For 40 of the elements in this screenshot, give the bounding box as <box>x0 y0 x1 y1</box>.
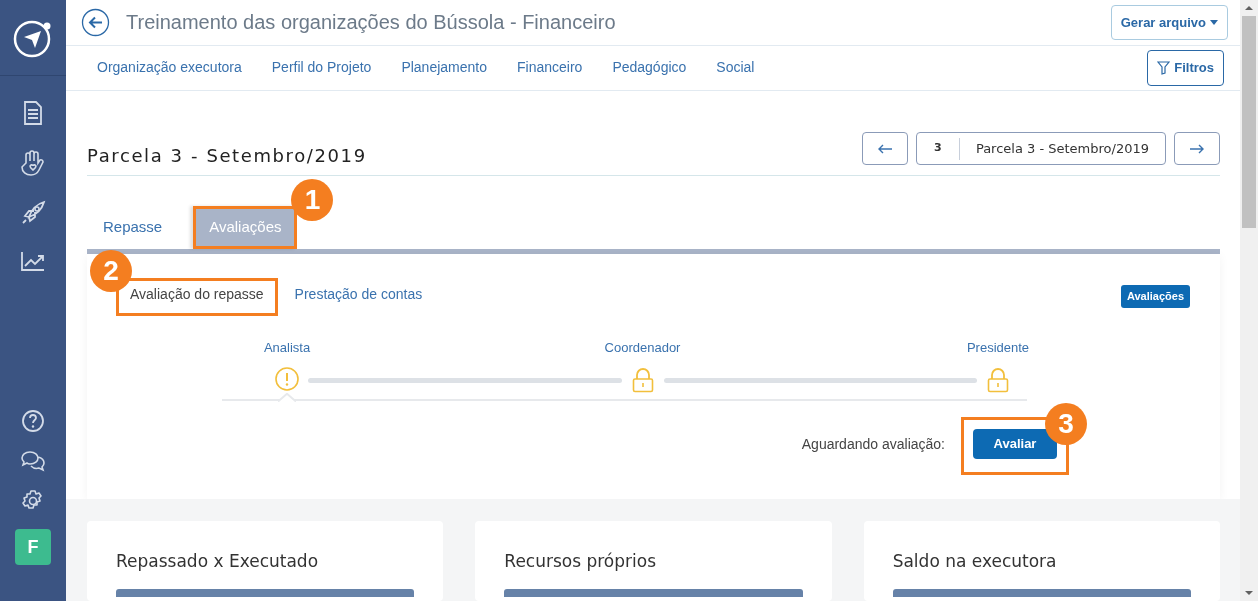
chart-icon[interactable] <box>20 250 46 272</box>
card-title: Saldo na executora <box>892 550 1058 573</box>
nav-link[interactable]: Perfil do Projeto <box>271 57 372 79</box>
caret-icon <box>1210 19 1218 25</box>
arrow-right-icon <box>1189 144 1205 155</box>
installment-selector[interactable]: 3 Parcela 3 - Setembro/2019 <box>915 132 1166 165</box>
step-label: Coordenador <box>604 338 681 357</box>
card-title: Repassado x Executado <box>116 550 320 573</box>
status-label: Aguardando avaliação: <box>801 434 945 454</box>
chat-icon[interactable] <box>20 449 46 473</box>
export-dropdown-button[interactable]: Gerar arquivo <box>1110 4 1228 40</box>
step-label: Analista <box>263 338 311 357</box>
nav-link[interactable]: Pedagógico <box>612 57 687 79</box>
nav-link[interactable]: Financeiro <box>517 57 583 79</box>
nav-link[interactable]: Social <box>716 57 755 79</box>
step-number-marker: 2 <box>90 249 132 292</box>
scrollbar-thumb[interactable] <box>1242 16 1256 228</box>
rocket-icon[interactable] <box>20 200 46 226</box>
nav-link[interactable]: Planejamento <box>401 57 487 79</box>
sub-tab[interactable]: Prestação de contas <box>280 277 437 316</box>
arrow-left-icon <box>876 144 893 155</box>
scrollbar[interactable] <box>1240 0 1258 601</box>
step-number-marker: 3 <box>1045 403 1087 445</box>
status-tag: Avaliações <box>1120 285 1190 308</box>
previous-button[interactable] <box>861 132 908 165</box>
tab[interactable]: Repasse <box>87 206 179 249</box>
filter-icon <box>1157 60 1171 75</box>
next-button[interactable] <box>1174 132 1220 165</box>
help-icon[interactable] <box>21 409 45 433</box>
section-title: Parcela 3 - Setembro/2019 <box>87 144 367 168</box>
nav-link[interactable]: Organização executora <box>97 57 242 79</box>
back-icon[interactable] <box>81 7 110 37</box>
page-title: Treinamento das organizações do Bússola - Financeiro <box>126 10 616 36</box>
card-title: Recursos próprios <box>504 550 658 573</box>
hand-heart-icon[interactable] <box>21 150 45 176</box>
step-label: Presidente <box>966 338 1030 357</box>
evaluate-button[interactable]: Avaliar <box>973 429 1057 459</box>
document-icon[interactable] <box>22 100 44 126</box>
step-number-marker: 1 <box>291 179 334 221</box>
filter-button[interactable]: Filtros <box>1147 50 1224 86</box>
